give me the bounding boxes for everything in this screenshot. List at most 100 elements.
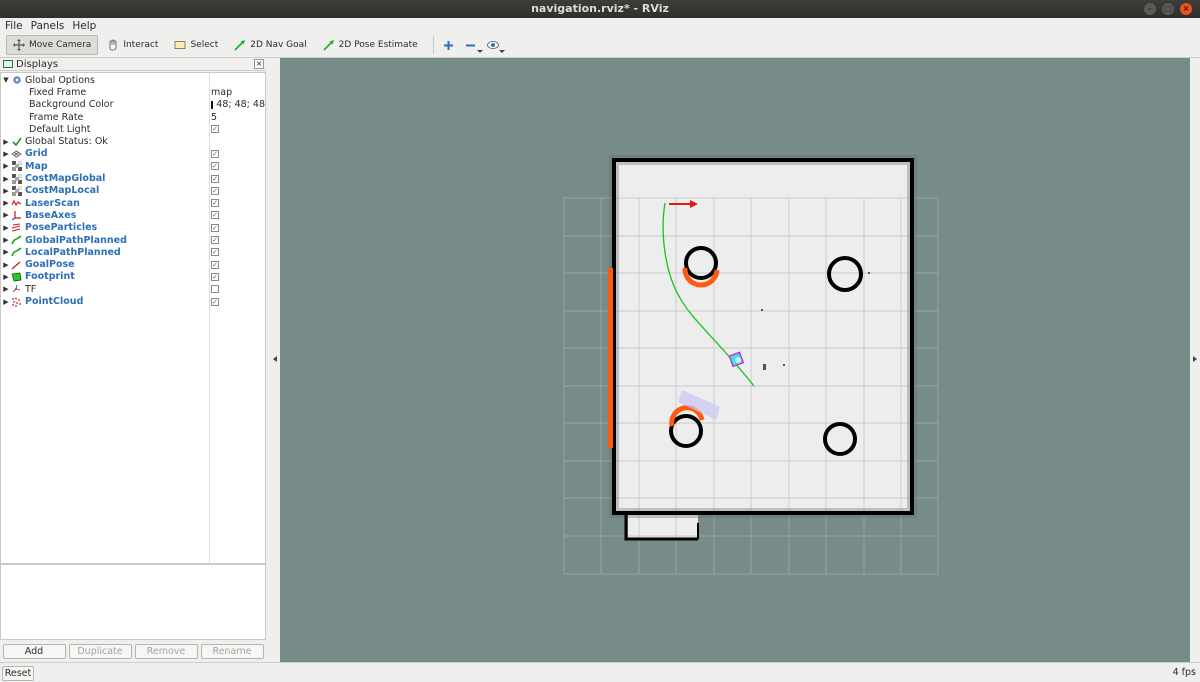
display-item-costmapglobal[interactable]: ▶ CostMapGlobal ✓	[1, 172, 265, 184]
maximize-icon[interactable]: □	[1162, 3, 1174, 15]
expand-right-icon[interactable]	[1193, 356, 1197, 362]
checked-checkbox[interactable]: ✓	[211, 211, 219, 220]
menu-file[interactable]: File	[5, 20, 23, 32]
display-item-pointcloud[interactable]: ▶ PointCloud ✓	[1, 295, 265, 307]
nav-goal-button[interactable]: 2D Nav Goal	[227, 35, 313, 55]
display-item-goalpose[interactable]: ▶ GoalPose ✓	[1, 259, 265, 271]
unchecked-checkbox[interactable]	[211, 285, 219, 294]
reset-button[interactable]: Reset	[2, 666, 34, 681]
checked-checkbox[interactable]: ✓	[211, 174, 219, 183]
checked-checkbox[interactable]: ✓	[211, 149, 219, 158]
display-item-label: Background Color	[29, 99, 114, 111]
display-item-frame-rate[interactable]: Frame Rate 5	[1, 111, 265, 123]
color-swatch[interactable]	[211, 100, 214, 109]
pose-estimate-button[interactable]: 2D Pose Estimate	[316, 35, 425, 55]
toolbar-separator	[432, 36, 434, 54]
remove-button[interactable]: Remove	[134, 644, 198, 659]
display-item-grid[interactable]: ▶ Grid ✓	[1, 148, 265, 160]
display-item-laserscan[interactable]: ▶ LaserScan ✓	[1, 197, 265, 209]
display-item-value[interactable]: ✓	[211, 223, 265, 232]
render-viewport[interactable]	[280, 58, 1190, 662]
display-item-value[interactable]: ✓	[211, 149, 265, 158]
rename-button[interactable]: Rename	[200, 644, 264, 659]
panel-close-icon[interactable]: ×	[254, 59, 264, 69]
display-item-value[interactable]: ✓	[211, 236, 265, 245]
display-item-label: LaserScan	[25, 197, 80, 209]
checked-checkbox[interactable]: ✓	[211, 162, 219, 171]
menu-help[interactable]: Help	[72, 20, 96, 32]
checked-checkbox[interactable]: ✓	[211, 236, 219, 245]
collapsed-arrow-icon[interactable]: ▶	[1, 248, 11, 256]
display-item-value[interactable]: ✓	[211, 186, 265, 195]
display-item-value[interactable]: ✓	[211, 297, 265, 306]
camera-view-button[interactable]	[484, 36, 505, 54]
display-item-label: Default Light	[29, 123, 91, 135]
display-item-costmaplocal[interactable]: ▶ CostMapLocal ✓	[1, 185, 265, 197]
checked-checkbox[interactable]: ✓	[211, 260, 219, 269]
interact-button[interactable]: Interact	[100, 35, 165, 55]
display-item-map[interactable]: ▶ Map ✓	[1, 160, 265, 172]
collapsed-arrow-icon[interactable]: ▶	[1, 162, 11, 170]
close-icon[interactable]: ×	[1180, 3, 1192, 15]
left-splitter[interactable]	[266, 58, 280, 662]
collapsed-arrow-icon[interactable]: ▶	[1, 175, 11, 183]
display-item-value[interactable]: ✓	[211, 260, 265, 269]
display-item-value[interactable]: 48; 48; 48	[211, 99, 265, 110]
display-item-value[interactable]: map	[211, 87, 265, 98]
display-item-tf[interactable]: ▶ TF	[1, 283, 265, 295]
checked-checkbox[interactable]: ✓	[211, 248, 219, 257]
display-item-value[interactable]	[211, 285, 265, 294]
collapsed-arrow-icon[interactable]: ▶	[1, 150, 11, 158]
expanded-arrow-icon[interactable]: ▼	[1, 76, 11, 84]
collapsed-arrow-icon[interactable]: ▶	[1, 187, 11, 195]
displays-panel-title: Displays	[16, 58, 59, 70]
checked-checkbox[interactable]: ✓	[211, 125, 219, 134]
display-item-localpathplanned[interactable]: ▶ LocalPathPlanned ✓	[1, 246, 265, 258]
display-item-value[interactable]: 5	[211, 112, 265, 123]
collapsed-arrow-icon[interactable]: ▶	[1, 199, 11, 207]
right-splitter[interactable]	[1190, 58, 1200, 662]
collapsed-arrow-icon[interactable]: ▶	[1, 261, 11, 269]
remove-tool-icon	[466, 44, 476, 46]
add-tool-button[interactable]	[440, 36, 458, 54]
display-item-value[interactable]: ✓	[211, 162, 265, 171]
select-button[interactable]: Select	[167, 35, 225, 55]
collapsed-arrow-icon[interactable]: ▶	[1, 138, 11, 146]
display-item-global-options[interactable]: ▼ Global Options	[1, 74, 265, 86]
move-camera-button[interactable]: Move Camera	[6, 35, 99, 55]
display-item-poseparticles[interactable]: ▶ PoseParticles ✓	[1, 222, 265, 234]
display-item-background-color[interactable]: Background Color 48; 48; 48	[1, 99, 265, 111]
checked-checkbox[interactable]: ✓	[211, 297, 219, 306]
minimize-icon[interactable]: –	[1144, 3, 1156, 15]
remove-tool-button[interactable]	[462, 36, 483, 54]
menu-panels[interactable]: Panels	[31, 20, 65, 32]
display-item-value[interactable]: ✓	[211, 174, 265, 183]
checked-checkbox[interactable]: ✓	[211, 223, 219, 232]
display-item-baseaxes[interactable]: ▶ BaseAxes ✓	[1, 209, 265, 221]
collapsed-arrow-icon[interactable]: ▶	[1, 298, 11, 306]
add-button[interactable]: Add	[2, 644, 66, 659]
checked-checkbox[interactable]: ✓	[211, 199, 219, 208]
map-icon	[11, 161, 22, 172]
checked-checkbox[interactable]: ✓	[211, 272, 219, 281]
duplicate-button[interactable]: Duplicate	[68, 644, 132, 659]
display-item-value[interactable]: ✓	[211, 272, 265, 281]
display-item-value[interactable]: ✓	[211, 125, 265, 134]
display-item-globalpathplanned[interactable]: ▶ GlobalPathPlanned ✓	[1, 234, 265, 246]
collapse-left-icon[interactable]	[273, 356, 277, 362]
display-item-global-status-ok[interactable]: ▶ Global Status: Ok	[1, 136, 265, 148]
collapsed-arrow-icon[interactable]: ▶	[1, 224, 11, 232]
display-item-value[interactable]: ✓	[211, 248, 265, 257]
checked-checkbox[interactable]: ✓	[211, 186, 219, 195]
collapsed-arrow-icon[interactable]: ▶	[1, 273, 11, 281]
display-item-value[interactable]: ✓	[211, 199, 265, 208]
display-item-footprint[interactable]: ▶ Footprint ✓	[1, 271, 265, 283]
collapsed-arrow-icon[interactable]: ▶	[1, 236, 11, 244]
green-arrow-icon	[323, 40, 334, 51]
display-item-value[interactable]: ✓	[211, 211, 265, 220]
map-render[interactable]	[280, 58, 1190, 662]
display-item-fixed-frame[interactable]: Fixed Frame map	[1, 86, 265, 98]
collapsed-arrow-icon[interactable]: ▶	[1, 285, 11, 293]
collapsed-arrow-icon[interactable]: ▶	[1, 211, 11, 219]
display-item-default-light[interactable]: Default Light ✓	[1, 123, 265, 135]
